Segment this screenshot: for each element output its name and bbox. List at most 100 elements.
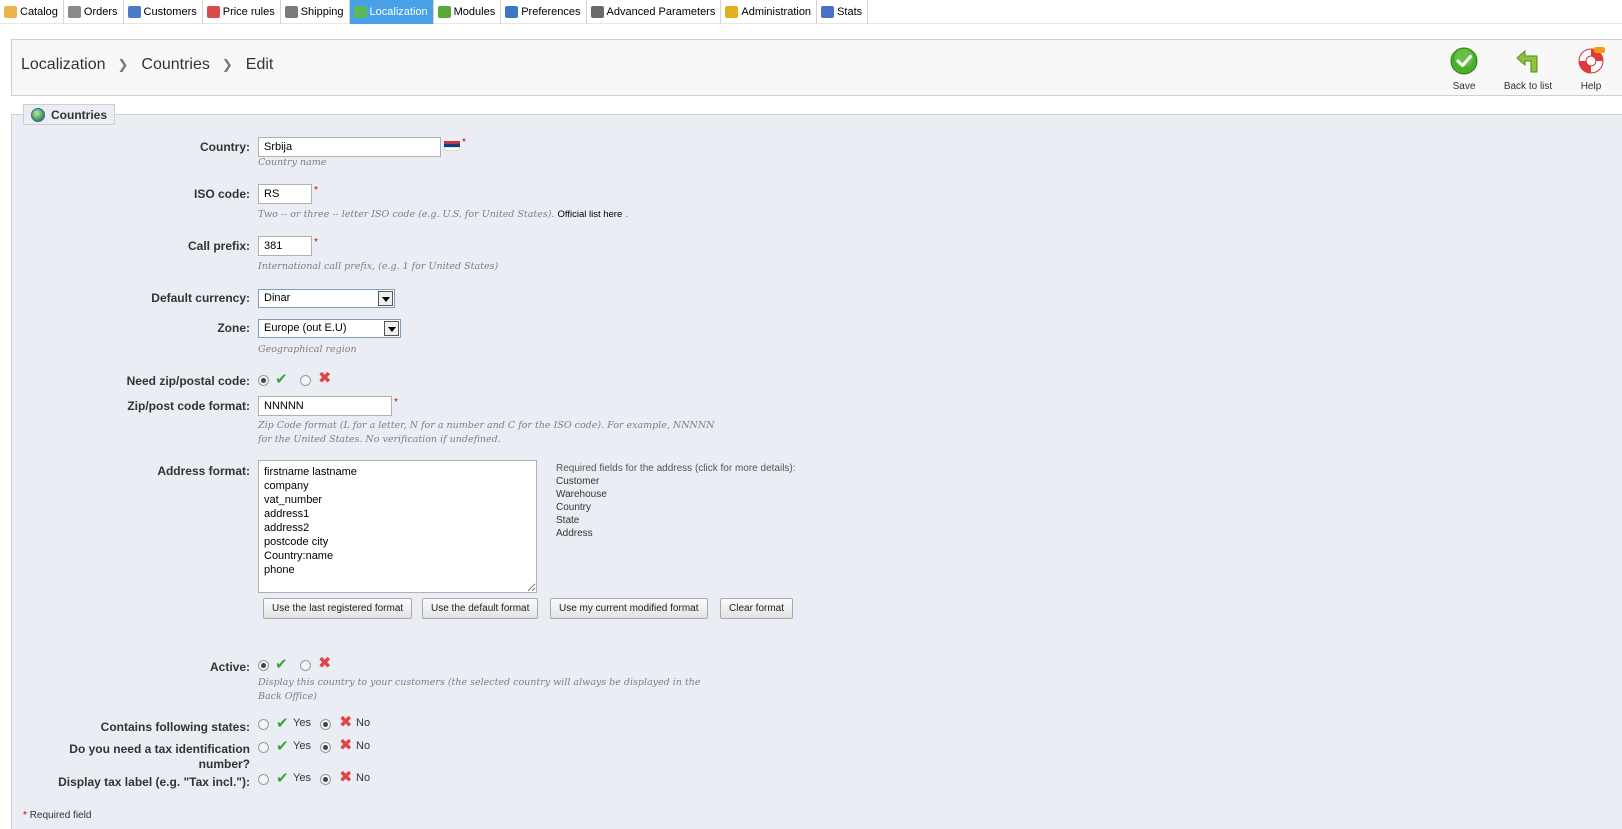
required-marker: *	[394, 397, 398, 408]
iso-hint-text: Two -- or three -- letter ISO code (e.g.…	[258, 209, 555, 220]
active-yes-radio[interactable]	[258, 660, 269, 671]
required-field-note: * Required field	[23, 810, 91, 821]
help-label: Help	[1580, 81, 1602, 92]
yes-label: Yes	[293, 772, 311, 784]
tab-orders[interactable]: Orders	[64, 0, 124, 24]
iso-code-label: ISO code:	[193, 187, 250, 201]
back-arrow-icon	[1516, 49, 1538, 73]
default-currency-select[interactable]: Dinar	[258, 289, 395, 308]
check-icon: ✔	[275, 371, 288, 388]
required-field-state[interactable]: State	[556, 514, 796, 527]
yes-label: Yes	[293, 717, 311, 729]
display-tax-label-no-radio[interactable]	[320, 774, 331, 785]
use-current-modified-format-button[interactable]: Use my current modified format	[550, 598, 708, 619]
panel-title: Countries	[51, 107, 108, 122]
cross-icon: ✖	[318, 655, 332, 672]
bar-chart-icon	[821, 6, 835, 18]
globe-icon	[31, 107, 45, 122]
tax-id-label-line1: Do you need a tax identification	[69, 742, 250, 756]
no-label: No	[356, 772, 371, 784]
tab-label: Advanced Parameters	[606, 6, 716, 18]
need-zip-yes-radio[interactable]	[258, 375, 269, 386]
user-icon	[127, 6, 141, 18]
tax-id-yes-radio[interactable]	[258, 742, 269, 753]
active-label: Active:	[209, 660, 250, 674]
tax-id-label-line2: number?	[198, 757, 250, 771]
clear-format-button[interactable]: Clear format	[720, 598, 794, 619]
cross-icon: ✖	[318, 370, 332, 387]
folder-icon	[4, 6, 17, 18]
zip-format-label: Zip/post code format:	[127, 399, 250, 413]
required-field-customer[interactable]: Customer	[556, 475, 796, 488]
help-button[interactable]: Help	[1571, 47, 1611, 92]
back-to-list-button[interactable]: Back to list	[1498, 47, 1558, 92]
countries-form-panel	[11, 114, 1622, 829]
required-field-warehouse[interactable]: Warehouse	[556, 488, 796, 501]
address-format-line: postcode city	[264, 536, 329, 548]
tab-advanced-parameters[interactable]: Advanced Parameters	[587, 0, 722, 24]
required-field-address[interactable]: Address	[556, 527, 796, 540]
tab-catalog[interactable]: Catalog	[0, 0, 64, 24]
breadcrumb-countries[interactable]: Countries	[141, 56, 209, 74]
official-list-link[interactable]: Official list here	[557, 209, 622, 220]
tab-modules[interactable]: Modules	[434, 0, 502, 24]
zone-select[interactable]: Europe (out E.U)	[258, 319, 401, 338]
call-prefix-input[interactable]: 381	[258, 236, 312, 256]
address-format-line: vat_number	[264, 494, 323, 506]
tax-id-no-radio[interactable]	[320, 742, 331, 753]
dropdown-arrow-icon	[384, 321, 399, 336]
required-marker: *	[23, 810, 27, 821]
lifebuoy-icon	[1578, 47, 1605, 74]
required-marker: *	[314, 237, 318, 248]
zip-format-hint-line2: for the United States. No verification i…	[258, 434, 501, 445]
contains-states-no-radio[interactable]	[320, 719, 331, 730]
tab-customers[interactable]: Customers	[124, 0, 203, 24]
default-currency-value: Dinar	[264, 292, 291, 304]
country-hint: Country name	[258, 157, 327, 168]
required-address-fields: Required fields for the address (click f…	[556, 462, 796, 540]
tab-label: Orders	[83, 6, 118, 18]
tab-price-rules[interactable]: Price rules	[203, 0, 281, 24]
default-currency-label: Default currency:	[151, 291, 250, 305]
tab-stats[interactable]: Stats	[817, 0, 869, 24]
active-hint-line2: Back Office)	[258, 691, 317, 702]
tab-label: Preferences	[521, 6, 581, 18]
zip-format-input[interactable]: NNNNN	[258, 396, 392, 416]
tab-localization[interactable]: Localization	[349, 0, 434, 24]
zone-hint: Geographical region	[258, 344, 357, 355]
use-last-registered-format-button[interactable]: Use the last registered format	[263, 598, 413, 619]
required-marker: *	[462, 137, 466, 148]
country-label: Country:	[200, 140, 250, 154]
required-note-text: Required field	[29, 810, 92, 821]
serbian-flag-icon[interactable]	[444, 141, 460, 151]
tab-administration[interactable]: Administration	[721, 0, 818, 24]
no-label: No	[356, 740, 371, 752]
required-fields-heading: Required fields for the address (click f…	[556, 463, 796, 474]
iso-hint-end: .	[625, 209, 629, 220]
use-default-format-button[interactable]: Use the default format	[422, 598, 539, 619]
breadcrumb-localization[interactable]: Localization	[21, 56, 106, 74]
truck-icon	[284, 6, 298, 18]
address-format-textarea[interactable]: firstname lastname company vat_number addre…	[258, 460, 537, 593]
contains-states-yes-radio[interactable]	[258, 719, 269, 730]
price-tag-icon	[206, 6, 220, 18]
address-format-line: phone	[264, 564, 295, 576]
breadcrumb: Localization ❯ Countries ❯ Edit	[21, 56, 273, 74]
required-field-country[interactable]: Country	[556, 501, 796, 514]
tab-shipping[interactable]: Shipping	[281, 0, 350, 24]
need-zip-no-radio[interactable]	[300, 375, 311, 386]
zone-label: Zone:	[217, 321, 250, 335]
iso-code-input[interactable]: RS	[258, 184, 312, 204]
display-tax-label-label: Display tax label (e.g. "Tax incl."):	[58, 775, 250, 789]
address-format-label: Address format:	[157, 464, 250, 478]
active-no-radio[interactable]	[300, 660, 311, 671]
iso-code-hint: Two -- or three -- letter ISO code (e.g.…	[258, 207, 628, 223]
address-format-line: address2	[264, 522, 310, 534]
contains-states-label: Contains following states:	[100, 720, 250, 734]
tab-label: Customers	[143, 6, 197, 18]
display-tax-label-yes-radio[interactable]	[258, 774, 269, 785]
save-button[interactable]: Save	[1444, 47, 1484, 92]
tab-preferences[interactable]: Preferences	[501, 0, 587, 24]
country-name-input[interactable]: Srbija	[258, 137, 441, 157]
save-label: Save	[1452, 81, 1476, 92]
